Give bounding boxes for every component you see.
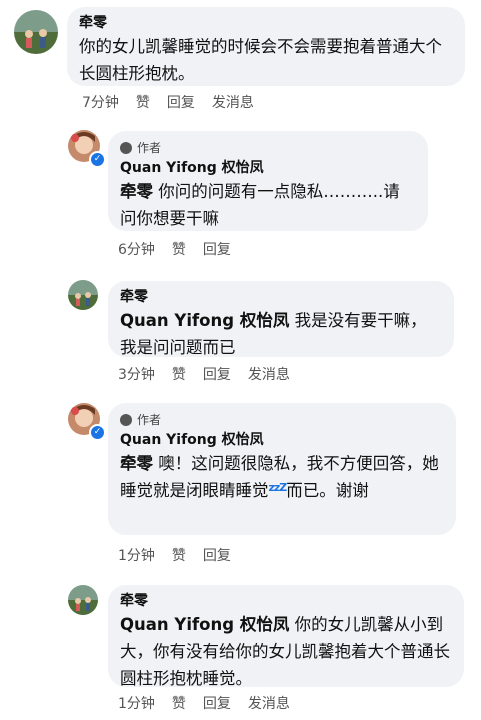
timestamp[interactable]: 7分钟 (82, 92, 119, 112)
reply-button[interactable]: 回复 (203, 693, 231, 713)
like-button[interactable]: 赞 (172, 239, 186, 259)
like-button[interactable]: 赞 (136, 92, 150, 112)
author-badge: 作者 (120, 411, 444, 428)
commenter-name[interactable]: 牵零 (79, 13, 453, 33)
avatar[interactable] (68, 585, 98, 615)
comment-bubble: 牵零 Quan Yifong 权怡凤 我是没有要干嘛，我是问问题而已 (108, 281, 454, 357)
comment-text: 牵零 噢！这问题很隐私，我不方便回答，她睡觉就是闭眼睛睡觉zzZ而已。谢谢 (120, 450, 444, 506)
avatar[interactable] (68, 280, 98, 310)
comment-actions: 1分钟 赞 回复 (118, 545, 231, 565)
comment-actions: 6分钟 赞 回复 (118, 239, 231, 259)
reply-button[interactable]: 回复 (203, 545, 231, 565)
comment-bubble: 作者 Quan Yifong 权怡凤 牵零 噢！这问题很隐私，我不方便回答，她睡… (108, 403, 456, 535)
author-badge: 作者 (120, 139, 416, 156)
reply-button[interactable]: 回复 (203, 239, 231, 259)
comment-bubble: 牵零 你的女儿凯馨睡觉的时候会不会需要抱着普通大个长圆柱形抱枕。 (67, 7, 465, 86)
like-button[interactable]: 赞 (172, 545, 186, 565)
send-message-button[interactable]: 发消息 (212, 92, 254, 112)
verified-badge-icon: ✓ (89, 151, 106, 168)
comment-text: 你的女儿凯馨睡觉的时候会不会需要抱着普通大个长圆柱形抱枕。 (79, 37, 442, 83)
commenter-name[interactable]: Quan Yifong 权怡凤 (120, 430, 444, 450)
timestamp[interactable]: 1分钟 (118, 545, 155, 565)
timestamp[interactable]: 1分钟 (118, 693, 155, 713)
like-button[interactable]: 赞 (172, 693, 186, 713)
like-button[interactable]: 赞 (172, 364, 186, 384)
author-icon (120, 141, 132, 154)
verified-badge-icon: ✓ (89, 424, 106, 441)
comment-body: 你问的问题有一点隐私………..请问你想要干嘛 (120, 182, 400, 228)
send-message-button[interactable]: 发消息 (248, 364, 290, 384)
comment-actions: 3分钟 赞 回复 发消息 (118, 364, 290, 384)
mention-link[interactable]: Quan Yifong 权怡凤 (120, 311, 289, 330)
send-message-button[interactable]: 发消息 (248, 693, 290, 713)
mention-link[interactable]: Quan Yifong 权怡凤 (120, 615, 289, 634)
commenter-name[interactable]: 牵零 (120, 287, 442, 307)
commenter-name[interactable]: 牵零 (120, 591, 452, 611)
comment-text: Quan Yifong 权怡凤 你的女儿凯馨从小到大，你有没有给你的女儿凯馨抱着… (120, 611, 452, 692)
comment-actions: 1分钟 赞 回复 发消息 (118, 693, 290, 713)
comment-bubble: 作者 Quan Yifong 权怡凤 牵零 你问的问题有一点隐私………..请问你… (108, 131, 428, 231)
avatar[interactable] (14, 10, 58, 54)
timestamp[interactable]: 6分钟 (118, 239, 155, 259)
reply-button[interactable]: 回复 (203, 364, 231, 384)
comment-bubble: 牵零 Quan Yifong 权怡凤 你的女儿凯馨从小到大，你有没有给你的女儿凯… (108, 585, 464, 688)
commenter-name[interactable]: Quan Yifong 权怡凤 (120, 158, 416, 178)
author-icon (120, 413, 132, 426)
comment-text: 牵零 你问的问题有一点隐私………..请问你想要干嘛 (120, 178, 416, 232)
comment-body-end: 而已。谢谢 (286, 481, 369, 500)
reply-button[interactable]: 回复 (167, 92, 195, 112)
author-label: 作者 (137, 413, 162, 427)
sleeping-zzz-emoji: zzZ (268, 481, 288, 494)
comment-text: Quan Yifong 权怡凤 我是没有要干嘛，我是问问题而已 (120, 307, 442, 361)
mention-link[interactable]: 牵零 (120, 454, 153, 473)
author-label: 作者 (137, 141, 162, 155)
comment-actions: 7分钟 赞 回复 发消息 (82, 92, 254, 112)
mention-link[interactable]: 牵零 (120, 182, 153, 201)
timestamp[interactable]: 3分钟 (118, 364, 155, 384)
